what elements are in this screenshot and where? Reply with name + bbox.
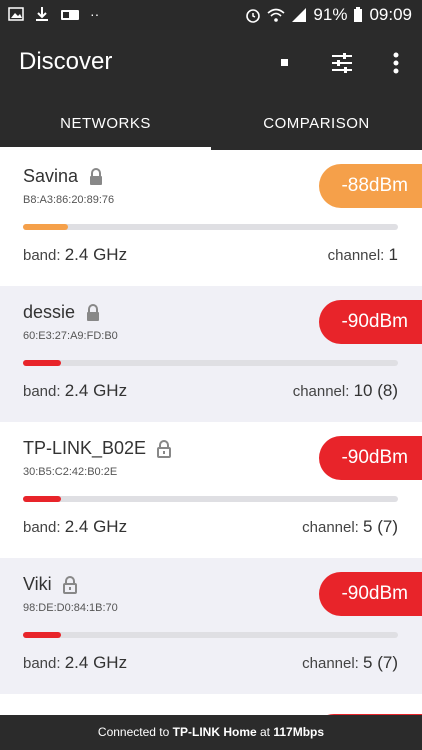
- wifi-icon: [267, 8, 285, 22]
- network-ssid: Viki: [23, 574, 52, 594]
- channel-value: 5 (7): [363, 653, 398, 672]
- network-card-partial[interactable]: [0, 694, 422, 715]
- signal-badge: -90dBm: [319, 300, 422, 344]
- status-bar: ·· 91% 09:09: [0, 0, 422, 30]
- lock-icon: [87, 303, 100, 321]
- mac-address: 30:B5:C2:42:B0:2E: [23, 466, 118, 478]
- signal-strength-bar: [23, 224, 398, 230]
- lock-outline-icon: [157, 439, 172, 458]
- channel-info: channel: 5 (7): [302, 517, 398, 537]
- stop-icon[interactable]: [272, 50, 298, 76]
- signal-strength-fill: [23, 360, 61, 366]
- radio-icon: [61, 10, 79, 20]
- signal-strength-fill: [23, 496, 61, 502]
- band-label: band:: [23, 383, 61, 400]
- channel-info: channel: 10 (8): [293, 381, 398, 401]
- band-label: band:: [23, 247, 61, 264]
- network-card[interactable]: dessie 60:E3:27:A9:FD:B0 -90dBm band: 2.…: [0, 286, 422, 422]
- band-value: 2.4 GHz: [64, 381, 128, 400]
- band-label: band:: [23, 519, 61, 536]
- network-ssid: dessie: [23, 302, 76, 322]
- channel-label: channel:: [327, 247, 385, 264]
- network-card[interactable]: TP-LINK_B02E 30:B5:C2:42:B0:2E -90dBm ba…: [0, 422, 422, 558]
- signal-strength-bar: [23, 632, 398, 638]
- band-info: band: 2.4 GHz: [23, 517, 127, 537]
- signal-badge: -88dBm: [319, 164, 422, 208]
- signal-strength-fill: [23, 224, 68, 230]
- channel-info: channel: 1: [328, 245, 398, 265]
- band-label: band:: [23, 655, 61, 672]
- connection-middle: at: [260, 725, 271, 739]
- band-info: band: 2.4 GHz: [23, 381, 127, 401]
- band-value: 2.4 GHz: [64, 517, 128, 536]
- channel-value: 1: [388, 245, 398, 264]
- cell-signal-icon: [292, 8, 307, 22]
- channel-value: 5 (7): [363, 517, 398, 536]
- tab-bar: NETWORKS COMPARISON: [0, 100, 422, 150]
- battery-level: 91%: [313, 5, 348, 24]
- signal-badge: -90dBm: [319, 436, 422, 480]
- channel-info: channel: 5 (7): [302, 653, 398, 673]
- network-card[interactable]: Viki 98:DE:D0:84:1B:70 -90dBm band: 2.4 …: [0, 558, 422, 694]
- mac-address: 98:DE:D0:84:1B:70: [23, 602, 118, 614]
- lock-outline-icon: [62, 575, 77, 594]
- band-value: 2.4 GHz: [64, 245, 128, 264]
- signal-badge: -90dBm: [319, 572, 422, 616]
- channel-value: 10 (8): [353, 381, 398, 400]
- band-value: 2.4 GHz: [64, 653, 128, 672]
- tab-networks[interactable]: NETWORKS: [0, 100, 211, 150]
- signal-strength-bar: [23, 360, 398, 366]
- image-notification-icon: [8, 7, 24, 21]
- tab-comparison[interactable]: COMPARISON: [211, 100, 422, 150]
- page-title: Discover: [19, 48, 113, 75]
- battery-icon: [354, 7, 363, 22]
- signal-strength-bar: [23, 496, 398, 502]
- lock-icon: [90, 167, 103, 185]
- filter-icon[interactable]: [329, 50, 355, 76]
- network-ssid: TP-LINK_B02E: [23, 438, 147, 458]
- connection-prefix: Connected to: [97, 725, 170, 739]
- clock: 09:09: [369, 5, 412, 24]
- mac-address: B8:A3:86:20:89:76: [23, 194, 115, 206]
- mac-address: 60:E3:27:A9:FD:B0: [23, 330, 118, 342]
- channel-label: channel:: [302, 655, 359, 672]
- download-icon: [36, 7, 48, 21]
- network-list[interactable]: Savina B8:A3:86:20:89:76 -88dBm band: 2.…: [0, 150, 422, 715]
- network-card[interactable]: Savina B8:A3:86:20:89:76 -88dBm band: 2.…: [0, 150, 422, 286]
- connection-speed: 117Mbps: [273, 725, 325, 739]
- channel-label: channel:: [292, 383, 350, 400]
- signal-strength-fill: [23, 632, 61, 638]
- network-ssid: Savina: [23, 166, 79, 186]
- more-notifications-icon: ··: [90, 6, 100, 22]
- connection-status-bar: Connected to TP-LINK Home at 117Mbps: [0, 715, 422, 750]
- connected-network: TP-LINK Home: [172, 725, 257, 739]
- alarm-icon: [246, 9, 261, 23]
- channel-label: channel:: [302, 519, 359, 536]
- band-info: band: 2.4 GHz: [23, 245, 127, 265]
- overflow-menu-icon[interactable]: [383, 50, 409, 76]
- app-bar: Discover NETWORKS COMPARISON: [0, 30, 422, 150]
- band-info: band: 2.4 GHz: [23, 653, 127, 673]
